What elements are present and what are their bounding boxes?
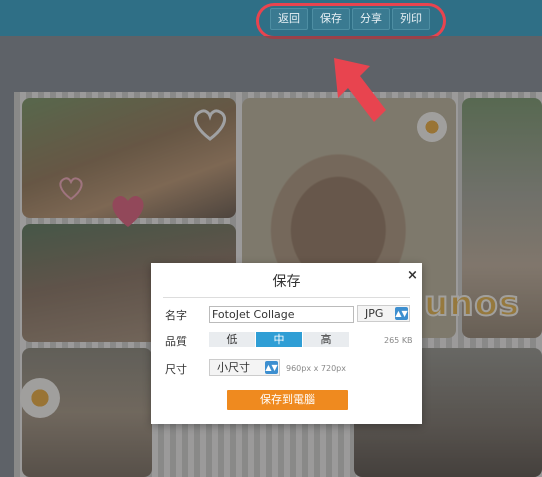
arrow-annotation-icon xyxy=(334,58,386,122)
toolbar-highlight-annotation xyxy=(256,3,446,39)
close-icon[interactable]: × xyxy=(407,268,418,283)
size-select[interactable]: 小尺寸 ▲▼ xyxy=(209,359,280,376)
size-label: 尺寸 xyxy=(165,363,187,376)
select-arrows-icon: ▲▼ xyxy=(395,307,408,320)
file-size: 265 KB xyxy=(384,336,413,345)
quality-label: 品質 xyxy=(165,335,187,348)
dialog-title: 保存 xyxy=(272,274,301,290)
size-dimensions: 960px x 720px xyxy=(286,364,346,373)
size-value: 小尺寸 xyxy=(217,361,250,374)
format-select[interactable]: JPG ▲▼ xyxy=(357,305,410,322)
save-dialog: 保存 × 名字 FotoJet Collage JPG ▲▼ 品質 低 中 高 … xyxy=(151,263,422,424)
save-to-computer-button[interactable]: 保存到電腦 xyxy=(227,390,348,410)
format-value: JPG xyxy=(365,307,384,320)
quality-high-option[interactable]: 高 xyxy=(303,332,349,347)
filename-input[interactable]: FotoJet Collage xyxy=(209,306,354,323)
quality-medium-option[interactable]: 中 xyxy=(256,332,302,347)
quality-low-option[interactable]: 低 xyxy=(209,332,255,347)
divider xyxy=(163,297,410,298)
select-arrows-icon: ▲▼ xyxy=(265,361,278,374)
name-label: 名字 xyxy=(165,309,187,322)
